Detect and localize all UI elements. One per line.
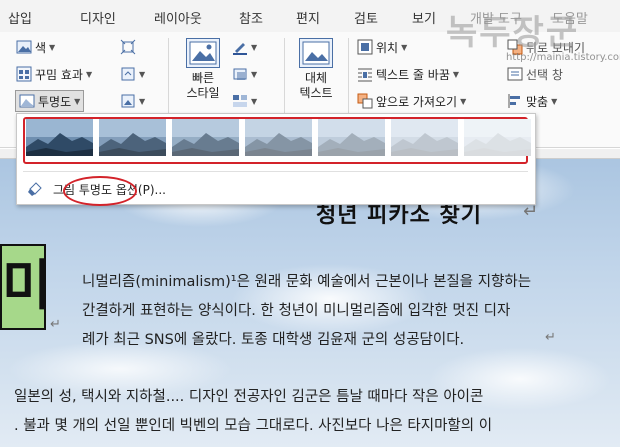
alt-text-icon xyxy=(299,38,333,68)
chevron-down-icon: ▼ xyxy=(139,69,146,79)
position-label: 위치 xyxy=(376,40,399,55)
tab-design[interactable]: 디자인 xyxy=(80,8,116,27)
transparency-thumbnail[interactable] xyxy=(245,119,312,156)
tab-review[interactable]: 검토 xyxy=(354,8,378,27)
selection-pane-button[interactable]: 선택 창 xyxy=(507,63,563,85)
chevron-down-icon: ▼ xyxy=(85,69,93,79)
artistic-effects-button[interactable]: 꾸밈 효과 ▼ xyxy=(16,63,92,85)
quick-styles-label-1: 빠른 xyxy=(191,71,215,85)
transparency-label: 투명도 xyxy=(38,94,72,109)
transparency-thumbnail[interactable] xyxy=(318,119,385,156)
tab-references[interactable]: 참조 xyxy=(239,8,263,27)
color-label: 색 xyxy=(35,40,47,55)
color-icon xyxy=(16,39,32,55)
color-button[interactable]: 색 ▼ xyxy=(16,36,55,58)
change-picture-button[interactable]: ▼ xyxy=(120,63,145,85)
watermark-url: http://mainia.tistory.com xyxy=(506,52,620,63)
chevron-down-icon: ▼ xyxy=(74,96,81,106)
transparency-gallery-popup: 그림 투명도 옵션(P)... xyxy=(16,113,536,206)
paragraph-line-3: 례가 최근 SNS에 올랐다. 토종 대학생 김윤재 군의 성공담이다. xyxy=(82,332,465,348)
green-shape-box[interactable]: 미 xyxy=(0,244,52,330)
tab-insert[interactable]: 삽입 xyxy=(8,8,32,27)
quick-styles-button[interactable]: 빠른 스타일 xyxy=(178,38,228,101)
pen-icon xyxy=(232,39,248,55)
chevron-down-icon: ▼ xyxy=(251,42,258,52)
wrap-text-button[interactable]: 텍스트 줄 바꿈 ▼ xyxy=(357,63,459,85)
transparency-brush-icon xyxy=(27,181,43,197)
reset-picture-icon xyxy=(120,93,136,109)
chevron-down-icon: ▼ xyxy=(139,96,146,106)
bring-forward-label: 앞으로 가져오기 xyxy=(376,94,458,109)
alt-text-label-2: 텍스트 xyxy=(299,86,333,100)
alt-text-label-1: 대체 xyxy=(304,71,328,85)
artistic-effects-icon xyxy=(16,66,32,82)
paragraph-line-1: 니멀리즘(minimalism)¹은 원래 문화 예술에서 근본이나 본질을 지… xyxy=(82,274,532,290)
paragraph-line-5: . 불과 몇 개의 선일 뿐인데 빅벤의 모습 그대로다. 사진보다 나은 타지… xyxy=(14,418,493,434)
align-button[interactable]: 맞춤 ▼ xyxy=(507,90,557,112)
quick-styles-label-2: 스타일 xyxy=(186,86,220,100)
tab-layout[interactable]: 레이아웃 xyxy=(154,8,202,27)
position-icon xyxy=(357,39,373,55)
bring-forward-button[interactable]: 앞으로 가져오기 ▼ xyxy=(357,90,466,112)
wrap-text-label: 텍스트 줄 바꿈 xyxy=(376,67,450,82)
selection-pane-icon xyxy=(507,66,523,82)
paragraph-mark-icon: ↵ xyxy=(50,317,61,332)
layout-icon xyxy=(232,93,248,109)
artistic-effects-label: 꾸밈 효과 xyxy=(35,67,83,82)
alt-text-button[interactable]: 대체 텍스트 xyxy=(292,38,340,101)
transparency-thumbnail[interactable] xyxy=(172,119,239,156)
picture-border-button[interactable]: ▼ xyxy=(232,36,257,58)
option-highlight-circle xyxy=(63,176,137,206)
tab-view[interactable]: 보기 xyxy=(412,8,436,27)
transparency-thumbnail[interactable] xyxy=(464,119,531,156)
box-letter: 미 xyxy=(2,254,52,317)
compress-icon xyxy=(120,39,136,55)
chevron-down-icon: ▼ xyxy=(452,69,460,79)
transparency-thumbnail[interactable] xyxy=(391,119,458,156)
chevron-down-icon: ▼ xyxy=(251,69,258,79)
wrap-text-icon xyxy=(357,66,373,82)
selection-pane-label: 선택 창 xyxy=(526,67,563,82)
quick-styles-icon xyxy=(186,38,220,68)
paragraph-line-4: 일본의 성, 택시와 지하철.... 디자인 전공자인 김군은 틈날 때마다 작… xyxy=(14,389,484,405)
align-label: 맞춤 xyxy=(526,94,549,109)
position-button[interactable]: 위치 ▼ xyxy=(357,36,407,58)
transparency-thumbnail[interactable] xyxy=(99,119,166,156)
transparency-icon xyxy=(19,93,35,109)
reset-picture-button[interactable]: ▼ xyxy=(120,90,145,112)
effects-icon xyxy=(232,66,248,82)
chevron-down-icon: ▼ xyxy=(460,96,467,106)
bring-forward-icon xyxy=(357,93,373,109)
tab-mailings[interactable]: 편지 xyxy=(296,8,320,27)
transparency-thumbnail[interactable] xyxy=(26,119,93,156)
change-picture-icon xyxy=(120,66,136,82)
transparency-button[interactable]: 투명도 ▼ xyxy=(15,90,85,112)
picture-layout-button[interactable]: ▼ xyxy=(232,90,257,112)
picture-effects-button[interactable]: ▼ xyxy=(232,63,257,85)
compress-pictures-button[interactable] xyxy=(120,36,136,58)
chevron-down-icon: ▼ xyxy=(251,96,258,106)
chevron-down-icon: ▼ xyxy=(401,42,408,52)
paragraph-line-2: 간결하게 표현하는 양식이다. 한 청년이 미니멀리즘에 입각한 멋진 디자 xyxy=(82,303,511,319)
align-icon xyxy=(507,93,523,109)
watermark-title: 녹두장군 xyxy=(446,13,580,53)
paragraph-mark-icon: ↵ xyxy=(545,330,556,345)
chevron-down-icon: ▼ xyxy=(49,42,56,52)
chevron-down-icon: ▼ xyxy=(551,96,558,106)
popup-divider xyxy=(23,171,528,172)
